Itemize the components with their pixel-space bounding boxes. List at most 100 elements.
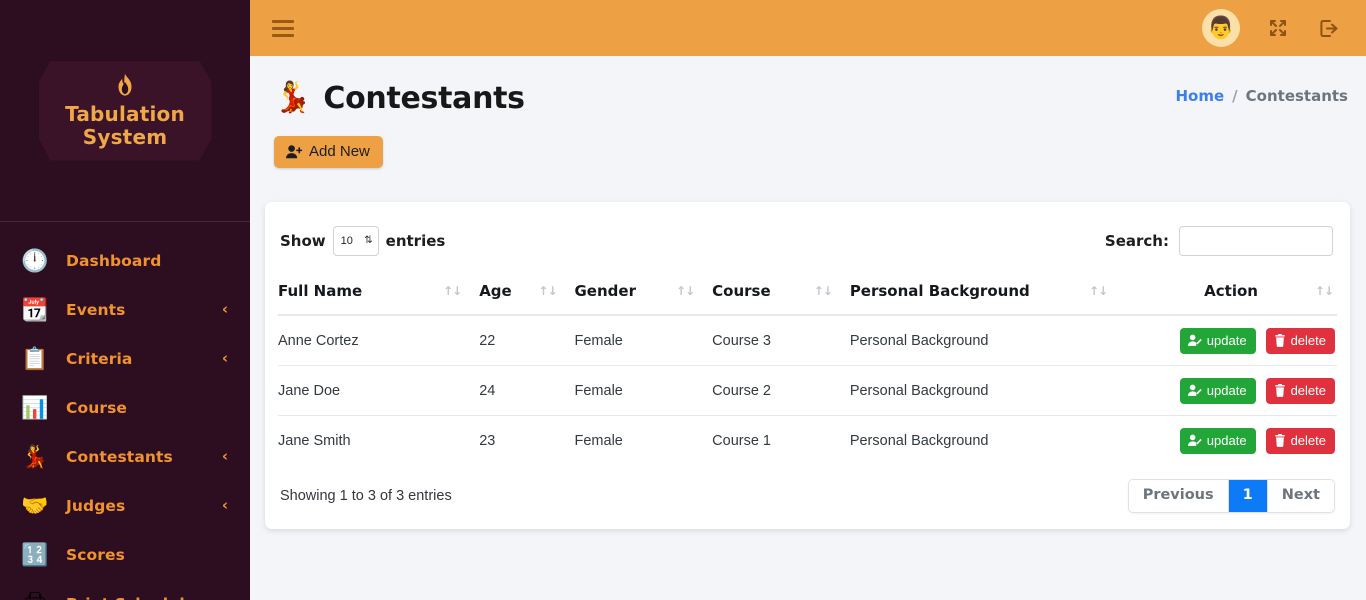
column-header-full-name[interactable]: Full Name ↑↓ [278,270,480,316]
chevron-left-icon: ‹ [221,496,228,514]
sidebar: Tabulation System 🕛 Dashboard 📆 Events ‹… [0,0,250,600]
table-row: Jane Smith 23 Female Course 1 Personal B… [278,416,1337,466]
sidebar-item-dashboard[interactable]: 🕛 Dashboard [0,236,250,285]
sidebar-item-judges[interactable]: 🤝 Judges ‹ [0,481,250,530]
table-head: Full Name ↑↓ Age ↑↓ Gender ↑↓ Course ↑↓ [278,270,1337,316]
sort-icon: ↑↓ [1314,284,1334,298]
breadcrumb: Home / Contestants [1176,87,1349,109]
table-header-row: Full Name ↑↓ Age ↑↓ Gender ↑↓ Course ↑↓ [278,270,1337,316]
logout-icon[interactable] [1316,16,1340,40]
sidebar-item-events[interactable]: 📆 Events ‹ [0,285,250,334]
brand-header[interactable]: Tabulation System [0,0,250,222]
delete-label: delete [1290,433,1326,448]
table-row: Jane Doe 24 Female Course 2 Personal Bac… [278,365,1337,416]
update-button[interactable]: update [1179,378,1256,404]
page-length-control: Show 10 ⇅ entries [280,226,445,256]
chevron-left-icon: ‹ [221,447,228,465]
delete-label: delete [1290,383,1326,398]
fullscreen-icon[interactable] [1266,16,1290,40]
sidebar-item-label: Scores [66,545,125,564]
add-new-button[interactable]: Add New [274,136,383,168]
search-input[interactable] [1179,226,1333,256]
cell-personal-background: Personal Background [849,315,1126,366]
column-header-gender[interactable]: Gender ↑↓ [574,270,713,316]
update-button[interactable]: update [1179,428,1256,454]
hamburger-icon[interactable] [272,17,298,39]
sort-icon: ↑↓ [676,284,695,298]
contestants-table-card: Show 10 ⇅ entries Search: Full Name ↑↓ A… [265,202,1350,530]
printer-icon: 🖨 [20,589,50,600]
sidebar-item-label: Print Schedules [66,595,205,600]
clipboard-icon: 📋 [21,345,49,371]
sidebar-item-scores[interactable]: 🔢 Scores [0,530,250,579]
sidebar-item-print-schedules[interactable]: 🖨 Print Schedules [0,579,250,600]
column-label: Age [479,282,512,300]
pagination-next[interactable]: Next [1267,480,1334,513]
cell-full-name: Jane Smith [278,433,351,449]
user-edit-icon [1187,384,1202,397]
user-edit-icon [1187,334,1202,347]
search-label: Search: [1104,232,1169,250]
breadcrumb-current: Contestants [1245,87,1348,105]
user-plus-icon [286,144,302,159]
cell-course: Course 2 [712,365,850,416]
cell-personal-background: Personal Background [849,433,989,449]
breadcrumb-home-link[interactable]: Home [1176,87,1225,105]
page-length-select[interactable]: 10 ⇅ [332,226,379,256]
search-control: Search: [1105,226,1335,256]
entries-label: entries [385,232,446,250]
sidebar-item-criteria[interactable]: 📋 Criteria ‹ [0,334,250,383]
cell-gender: Female [574,433,623,449]
sidebar-item-label: Dashboard [66,251,162,270]
chevron-updown-icon: ⇅ [364,235,373,246]
brand-logo: Tabulation System [38,60,212,161]
sidebar-item-label: Course [66,398,128,417]
update-button[interactable]: update [1179,328,1256,354]
sidebar-item-label: Criteria [66,349,133,368]
pagination-page-1[interactable]: 1 [1228,480,1268,513]
sidebar-item-course[interactable]: 📊 Course [0,383,250,432]
judges-icon: 🤝 [21,492,49,518]
sort-icon: ↑↓ [1089,284,1108,298]
hamburger-bar [272,33,294,37]
page-title-group: 💃 Contestants [274,81,525,116]
column-label: Full Name [278,282,363,300]
update-label: update [1206,333,1247,348]
topbar-actions: 👨 [1202,9,1366,47]
sort-icon: ↑↓ [813,284,833,298]
flame-icon [115,74,135,102]
delete-button[interactable]: delete [1265,328,1335,354]
column-header-action[interactable]: Action ↑↓ [1125,270,1337,316]
sidebar-item-label: Contestants [66,447,173,466]
cell-full-name: Jane Doe [278,365,480,416]
topbar: 👨 [250,0,1366,56]
table-footer: Showing 1 to 3 of 3 entries Previous 1 N… [278,465,1337,529]
delete-button[interactable]: delete [1265,378,1335,404]
sidebar-item-label: Judges [66,496,126,515]
cell-age: 23 [479,433,496,449]
sort-icon: ↑↓ [538,284,557,298]
update-label: update [1206,433,1247,448]
cell-gender: Female [574,315,713,366]
page-length-value: 10 [340,235,353,247]
pagination: Previous 1 Next [1127,479,1335,514]
table-controls: Show 10 ⇅ entries Search: [278,202,1337,270]
page-title: Contestants [323,80,525,116]
cell-full-name: Anne Cortez [278,315,480,366]
hamburger-bar [272,26,294,30]
cell-action: update delete [1125,315,1337,366]
pagination-previous[interactable]: Previous [1128,480,1229,513]
avatar[interactable]: 👨 [1202,9,1240,47]
sidebar-item-contestants[interactable]: 💃 Contestants ‹ [0,432,250,481]
column-header-age[interactable]: Age ↑↓ [479,270,575,316]
showing-entries-info: Showing 1 to 3 of 3 entries [280,488,452,505]
column-label: Personal Background [849,282,1030,300]
column-header-personal-background[interactable]: Personal Background ↑↓ [849,270,1126,316]
add-new-label: Add New [309,143,370,160]
update-label: update [1206,383,1247,398]
delete-button[interactable]: delete [1265,428,1335,454]
column-header-course[interactable]: Course ↑↓ [712,270,850,316]
cell-personal-background: Personal Background [849,365,1126,416]
hamburger-bar [272,19,294,23]
chevron-left-icon: ‹ [221,349,228,367]
